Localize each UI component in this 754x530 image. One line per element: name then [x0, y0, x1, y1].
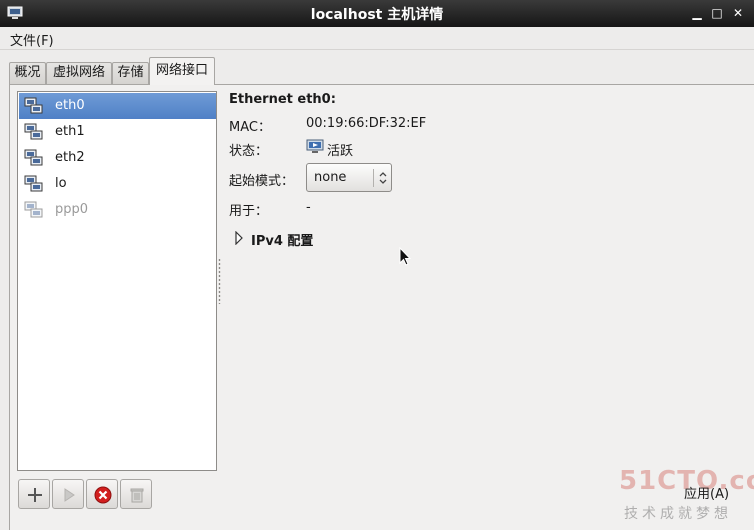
- used-by-value: -: [306, 200, 311, 215]
- apply-button[interactable]: 应用(A): [684, 483, 729, 502]
- interface-row-eth1[interactable]: eth1: [19, 119, 216, 145]
- interface-name: eth2: [55, 150, 85, 165]
- ipv4-config-expander[interactable]: IPv4 配置: [251, 230, 313, 249]
- network-interface-icon: [24, 149, 43, 166]
- minimize-button[interactable]: ▁: [690, 6, 704, 20]
- trash-icon: [130, 488, 144, 503]
- interface-row-eth2[interactable]: eth2: [19, 145, 216, 171]
- stop-icon: [94, 486, 112, 504]
- tab-virtual-networks[interactable]: 虚拟网络: [46, 62, 112, 84]
- interface-name: eth0: [55, 98, 85, 113]
- pane-splitter-handle[interactable]: [218, 258, 221, 304]
- start-mode-value: none: [314, 170, 347, 185]
- network-interface-icon: [24, 123, 43, 140]
- network-interface-icon: [24, 201, 43, 218]
- tab-network-interfaces[interactable]: 网络接口: [149, 57, 215, 85]
- start-mode-select[interactable]: none: [306, 163, 392, 192]
- close-button[interactable]: ✕: [731, 6, 745, 20]
- updown-chevron-icon: [379, 172, 387, 184]
- menubar: 文件(F): [0, 27, 754, 50]
- state-value: 活跃: [327, 144, 354, 159]
- mac-value: 00:19:66:DF:32:EF: [306, 116, 427, 131]
- tab-overview[interactable]: 概况: [9, 62, 46, 84]
- network-interface-icon: [24, 175, 43, 192]
- interface-list[interactable]: eth0 eth1 eth2 lo ppp0: [17, 91, 217, 471]
- window-title: localhost 主机详情: [310, 7, 444, 23]
- plus-icon: [28, 488, 42, 502]
- play-icon: [64, 488, 75, 502]
- window-titlebar[interactable]: localhost 主机详情 ▁ □ ✕: [0, 0, 754, 27]
- mac-label: MAC：: [229, 120, 271, 135]
- start-interface-button[interactable]: [52, 479, 84, 509]
- maximize-button[interactable]: □: [710, 6, 724, 20]
- mouse-pointer-icon: [399, 247, 412, 266]
- network-interface-icon: [24, 97, 43, 114]
- interface-row-ppp0[interactable]: ppp0: [19, 197, 216, 223]
- interface-row-lo[interactable]: lo: [19, 171, 216, 197]
- interface-name: ppp0: [55, 202, 89, 217]
- active-monitor-icon: [306, 139, 324, 153]
- add-interface-button[interactable]: [18, 479, 50, 509]
- expander-arrow-icon[interactable]: [234, 231, 244, 245]
- combo-separator: [373, 169, 374, 187]
- menu-file[interactable]: 文件(F): [10, 30, 54, 49]
- interface-row-eth0[interactable]: eth0: [19, 93, 216, 119]
- interface-name: lo: [55, 176, 67, 191]
- interface-name: eth1: [55, 124, 85, 139]
- state-label: 状态：: [229, 144, 269, 159]
- stop-interface-button[interactable]: [86, 479, 118, 509]
- start-mode-label: 起始模式：: [229, 174, 295, 189]
- tab-storage[interactable]: 存储: [112, 62, 149, 84]
- used-by-label: 用于：: [229, 204, 269, 219]
- interface-details-title: Ethernet eth0:: [229, 92, 336, 107]
- delete-interface-button[interactable]: [120, 479, 152, 509]
